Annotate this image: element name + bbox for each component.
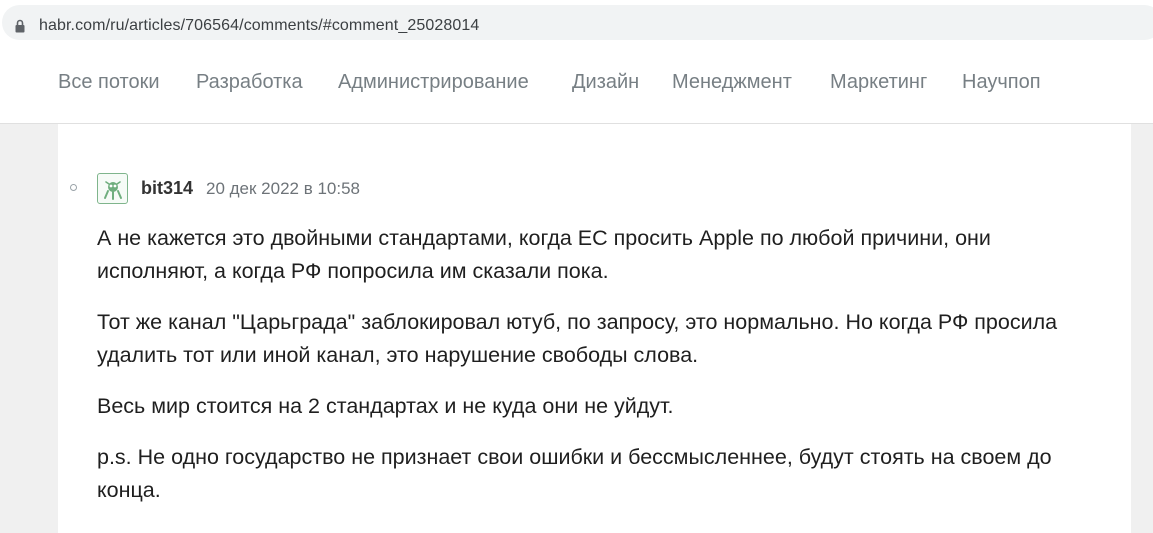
nav-item-design[interactable]: Дизайн: [572, 71, 639, 94]
comment-body: А не кажется это двойными стандартами, к…: [97, 222, 1107, 525]
url-text[interactable]: habr.com/ru/articles/706564/comments/#co…: [39, 17, 479, 35]
nav-item-management[interactable]: Менеджмент: [672, 71, 792, 94]
robot-avatar-icon[interactable]: [97, 173, 128, 204]
nav-item-popsci[interactable]: Научпоп: [962, 71, 1041, 94]
comment-timestamp[interactable]: 20 дек 2022 в 10:58: [206, 179, 360, 199]
nav-item-all-flows[interactable]: Все потоки: [58, 71, 160, 94]
browser-address-bar: habr.com/ru/articles/706564/comments/#co…: [0, 0, 1153, 44]
comment-paragraph: Весь мир стоится на 2 стандартах и не ку…: [97, 394, 674, 418]
nav-item-marketing[interactable]: Маркетинг: [830, 71, 927, 94]
flows-nav: Все потоки Разработка Администрирование …: [0, 44, 1153, 124]
comment-paragraph: А не кажется это двойными стандартами, к…: [97, 226, 991, 283]
nav-item-administration[interactable]: Администрирование: [338, 71, 529, 94]
comment-author[interactable]: bit314: [141, 178, 193, 199]
nav-item-development[interactable]: Разработка: [196, 71, 303, 94]
comment-paragraph: Тот же канал "Царьграда" заблокировал ют…: [97, 310, 1058, 367]
thread-bullet-icon: [70, 184, 77, 191]
comment-paragraph: p.s. Не одно государство не признает сво…: [97, 445, 1052, 502]
url-field[interactable]: habr.com/ru/articles/706564/comments/#co…: [2, 5, 1153, 40]
page-gutter: [1131, 124, 1153, 533]
lock-icon[interactable]: [15, 19, 25, 33]
